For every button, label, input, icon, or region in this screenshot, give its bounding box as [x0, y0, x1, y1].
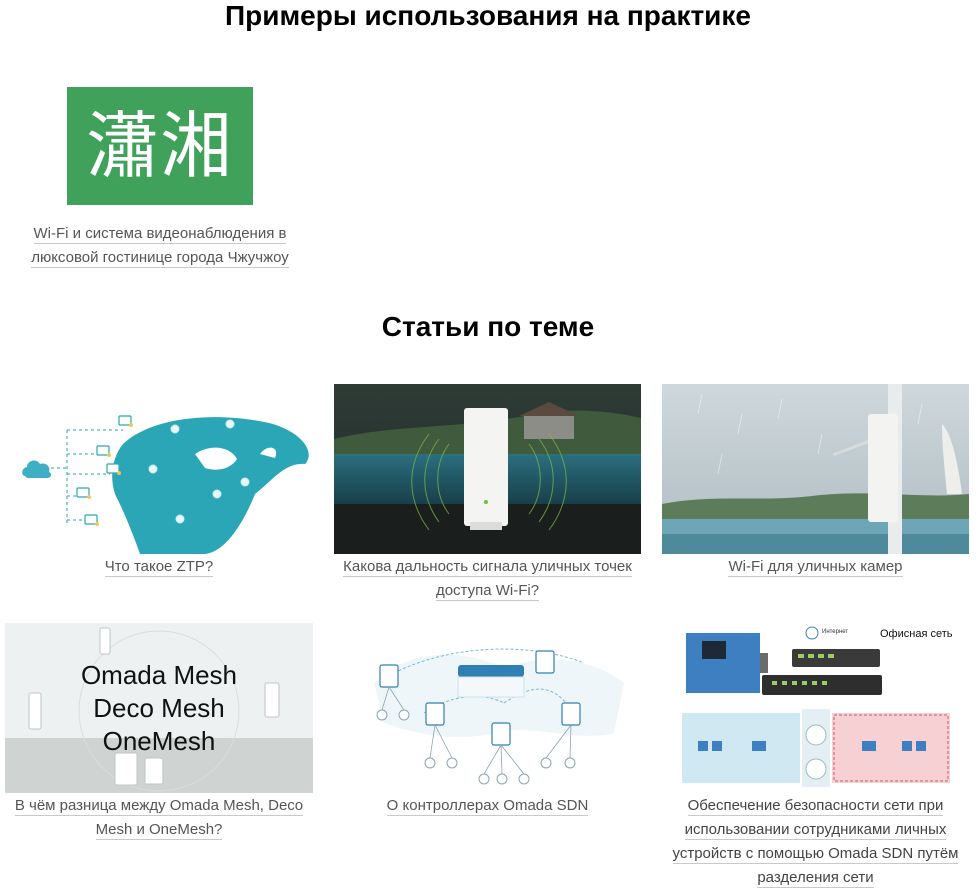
article-link-omada-sdn[interactable]: О контроллерах Omada SDN — [386, 797, 589, 816]
article-caption-segmentation: Обеспечение безопасности сети при исполь… — [662, 794, 969, 890]
article-link-segmentation-line1[interactable]: Обеспечение безопасности сети при — [687, 797, 944, 816]
article-caption-mesh: В чём разница между Omada Mesh, Deco Mes… — [5, 794, 313, 842]
article-link-mesh-line1[interactable]: В чём разница между Omada Mesh, Deco — [14, 797, 304, 816]
article-thumb-omada-sdn[interactable] — [334, 623, 641, 793]
article-link-outdoor-range-line2[interactable]: доступа Wi-Fi? — [435, 582, 540, 601]
office-network-diagram — [662, 623, 969, 793]
article-link-segmentation-line4[interactable]: разделения сети — [757, 869, 874, 888]
article-caption-outdoor-range: Какова дальность сигнала уличных точек д… — [334, 555, 641, 603]
outdoor-camera-photo — [662, 384, 969, 554]
article-thumb-segmentation[interactable]: Офисная сеть Интернет — [662, 623, 969, 793]
section-title-articles: Статьи по теме — [381, 311, 595, 342]
mesh-overlay-text-2: Deco Mesh — [93, 693, 225, 723]
diagram-title: Офисная сеть — [880, 628, 953, 640]
article-caption-omada-sdn: О контроллерах Omada SDN — [334, 794, 641, 818]
article-thumb-ztp[interactable] — [5, 384, 313, 554]
omada-sdn-topology-diagram — [334, 623, 641, 793]
mesh-overlay-text-3: OneMesh — [102, 726, 216, 756]
article-caption-ztp: Что такое ZTP? — [5, 555, 313, 579]
diagram-internet-label: Интернет — [822, 629, 849, 635]
article-thumb-outdoor-range[interactable] — [334, 384, 641, 554]
article-link-segmentation-line2[interactable]: использовании сотрудниками личных — [684, 821, 947, 840]
ztp-map-illustration — [5, 384, 313, 554]
article-link-outdoor-cameras[interactable]: Wi-Fi для уличных камер — [728, 558, 903, 577]
case-link-line1[interactable]: Wi-Fi и система видеонаблюдения в — [33, 225, 287, 244]
case-link-line2[interactable]: люксовой гостинице города Чжучжоу — [31, 249, 289, 268]
article-link-ztp[interactable]: Что такое ZTP? — [104, 558, 214, 577]
article-thumb-outdoor-cameras[interactable] — [662, 384, 969, 554]
case-logo-image[interactable]: 瀟湘 — [67, 87, 253, 205]
article-link-segmentation-line3[interactable]: устройств с помощью Omada SDN путём — [672, 845, 959, 864]
case-caption: Wi-Fi и система видеонаблюдения в люксов… — [20, 222, 300, 270]
article-link-outdoor-range-line1[interactable]: Какова дальность сигнала уличных точек — [343, 558, 632, 577]
article-link-mesh-line2[interactable]: Mesh и OneMesh? — [95, 821, 223, 840]
mesh-overlay-text-1: Omada Mesh — [80, 660, 238, 690]
outdoor-ap-photo — [334, 384, 641, 554]
article-caption-outdoor-cameras: Wi-Fi для уличных камер — [662, 555, 969, 579]
article-thumb-mesh[interactable]: Omada Mesh Deco Mesh OneMesh — [5, 623, 313, 793]
section-title-cases: Примеры использования на практике — [225, 0, 751, 31]
